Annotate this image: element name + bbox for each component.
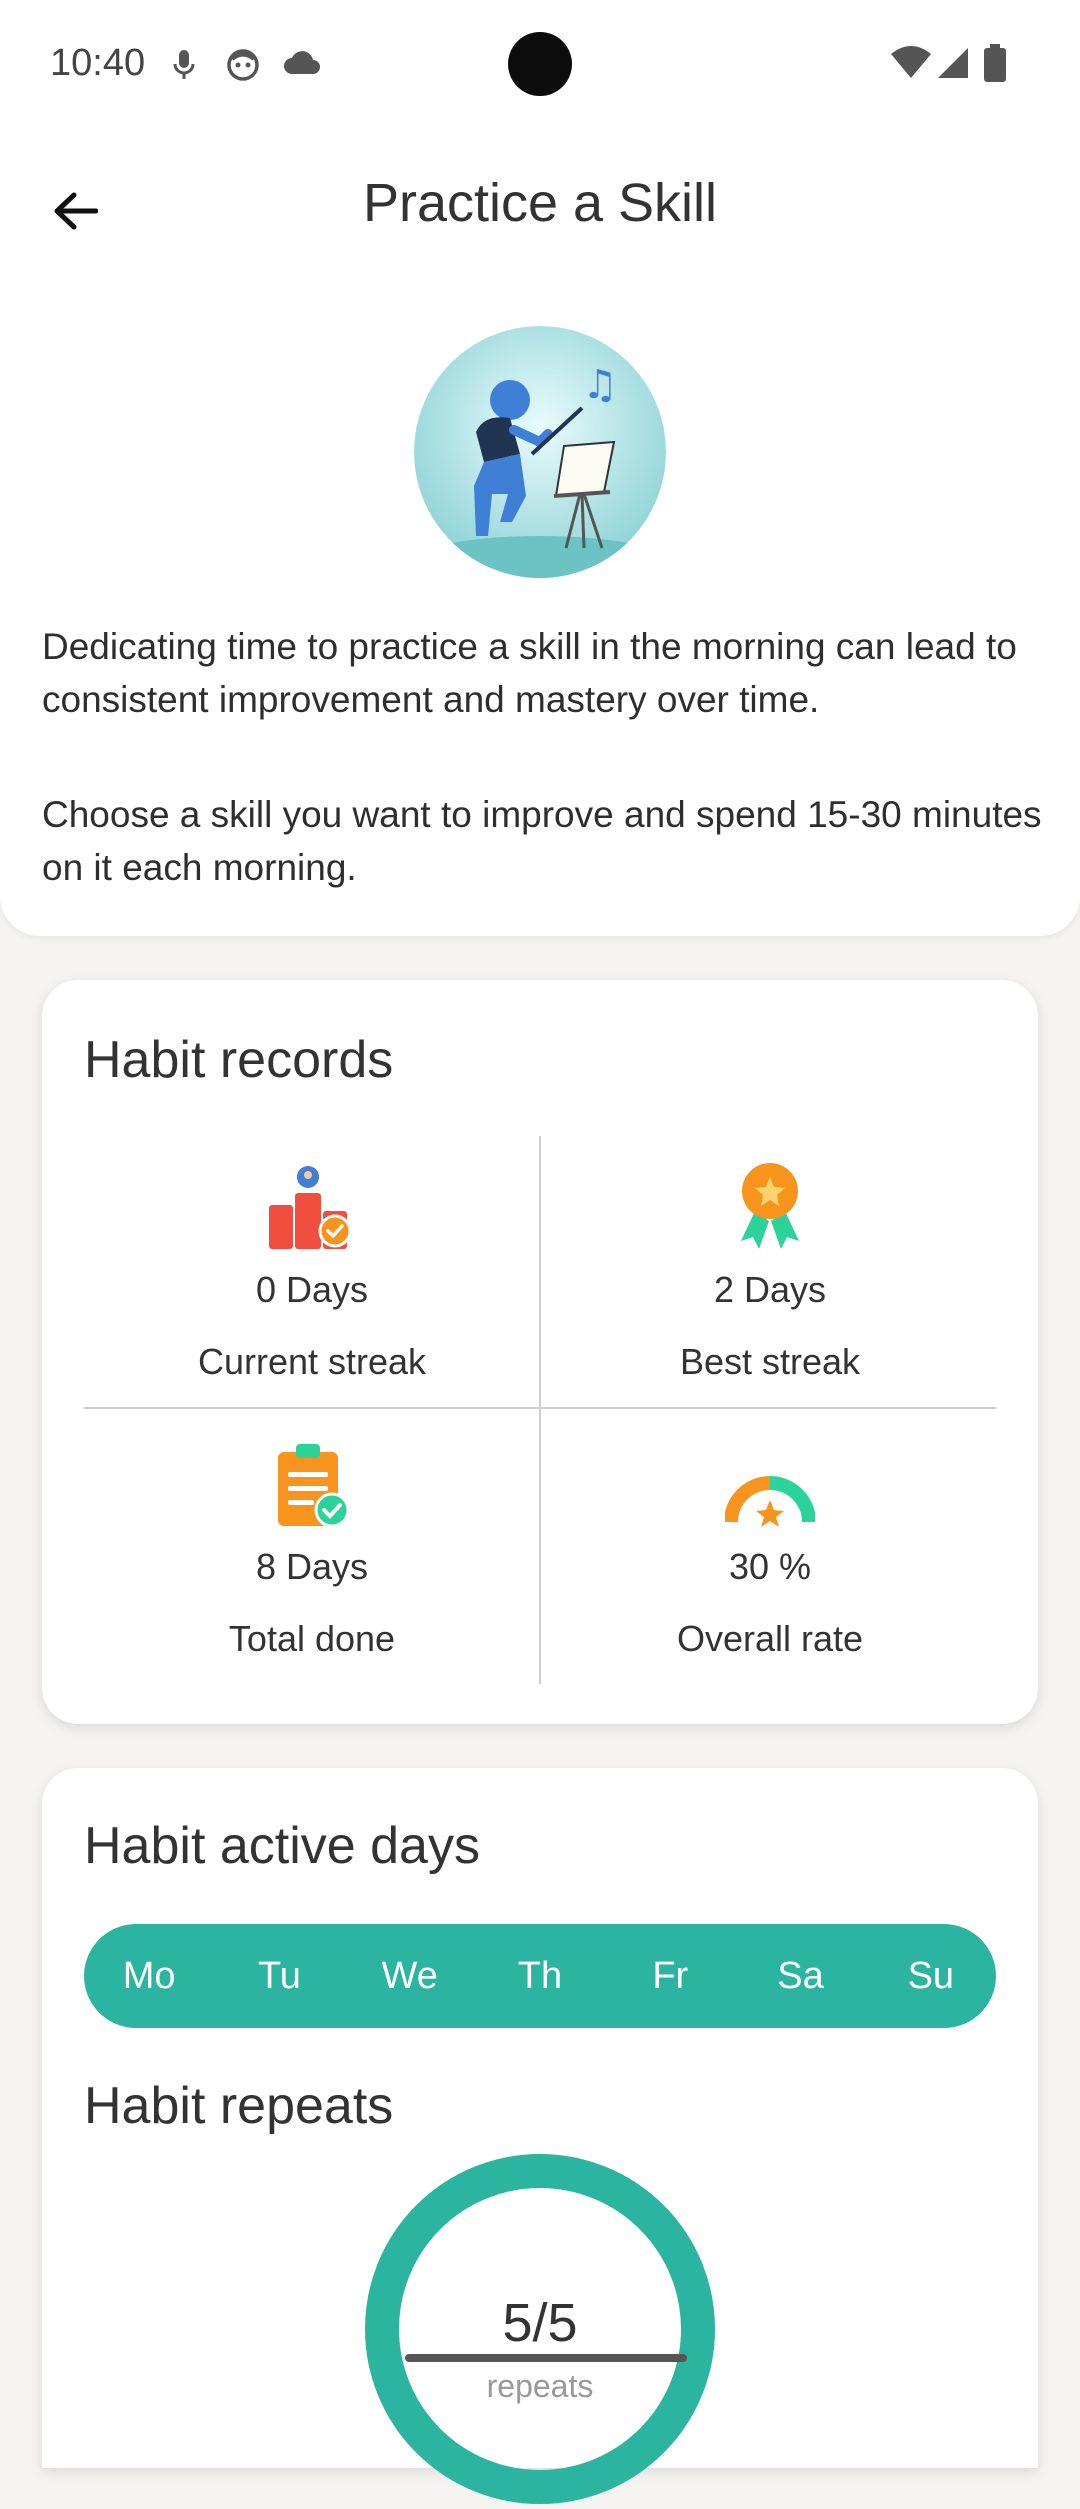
- battery-icon: [984, 44, 1006, 87]
- habit-records-card: Habit records 0 Days Current streak 2 Da…: [42, 980, 1038, 1724]
- signal-icon: [936, 46, 970, 85]
- total-done-value: 8 Days: [255, 1546, 369, 1587]
- day-mo[interactable]: Mo: [104, 1955, 194, 1998]
- gauge-star-icon: [542, 1432, 998, 1528]
- day-su[interactable]: Su: [886, 1955, 976, 1998]
- camera-cutout: [508, 32, 572, 96]
- status-bar: 10:40: [0, 0, 1080, 130]
- page-title: Practice a Skill: [362, 173, 718, 233]
- description-text: Dedicating time to practice a skill in t…: [42, 626, 1017, 720]
- status-time: 10:40: [50, 42, 146, 84]
- day-we[interactable]: We: [365, 1955, 455, 1998]
- current-streak-value: 0 Days: [255, 1269, 369, 1310]
- svg-text:♫: ♫: [582, 362, 618, 408]
- best-streak-value: 2 Days: [713, 1269, 827, 1310]
- cloud-icon: [282, 48, 322, 83]
- habit-active-days-card: Habit active days Mo Tu We Th Fr Sa Su H…: [42, 1768, 1038, 2504]
- overall-rate-label: Overall rate: [676, 1618, 864, 1659]
- repeats-slider-bar[interactable]: [405, 2354, 687, 2362]
- current-streak-label: Current streak: [197, 1341, 427, 1382]
- day-sa[interactable]: Sa: [756, 1955, 846, 1998]
- best-streak-label: Best streak: [679, 1341, 861, 1382]
- overall-rate-value: 30 %: [728, 1546, 812, 1587]
- repeats-label: repeats: [486, 2368, 594, 2404]
- repeats-progress-ring: 5/5 repeats: [365, 2154, 715, 2504]
- divider-horizontal: [84, 1407, 996, 1409]
- clipboard-check-icon: [84, 1432, 540, 1528]
- skill-illustration: ♫: [414, 326, 666, 578]
- day-tu[interactable]: Tu: [234, 1955, 324, 1998]
- habit-records-title: Habit records: [84, 1031, 394, 1089]
- total-done-label: Total done: [228, 1618, 396, 1659]
- mic-icon: [170, 48, 198, 87]
- app-bar: Practice a Skill: [0, 150, 1080, 260]
- stat-overall-rate: 30 % Overall rate: [542, 1432, 998, 1660]
- habit-active-days-title: Habit active days: [84, 1817, 480, 1875]
- stat-total-done: 8 Days Total done: [84, 1432, 540, 1660]
- active-days-selector: Mo Tu We Th Fr Sa Su: [84, 1924, 996, 2028]
- face-icon: [226, 48, 260, 87]
- habit-repeats-title: Habit repeats: [84, 2077, 394, 2135]
- wifi-icon: [890, 46, 932, 85]
- stat-best-streak: 2 Days Best streak: [542, 1155, 998, 1383]
- stat-current-streak: 0 Days Current streak: [84, 1155, 540, 1383]
- podium-icon: [84, 1155, 540, 1251]
- day-th[interactable]: Th: [495, 1955, 585, 1998]
- repeats-value: 5/5: [502, 2293, 578, 2353]
- instruction-text: Choose a skill you want to improve and s…: [42, 794, 1042, 888]
- day-fr[interactable]: Fr: [625, 1955, 715, 1998]
- medal-icon: [542, 1155, 998, 1251]
